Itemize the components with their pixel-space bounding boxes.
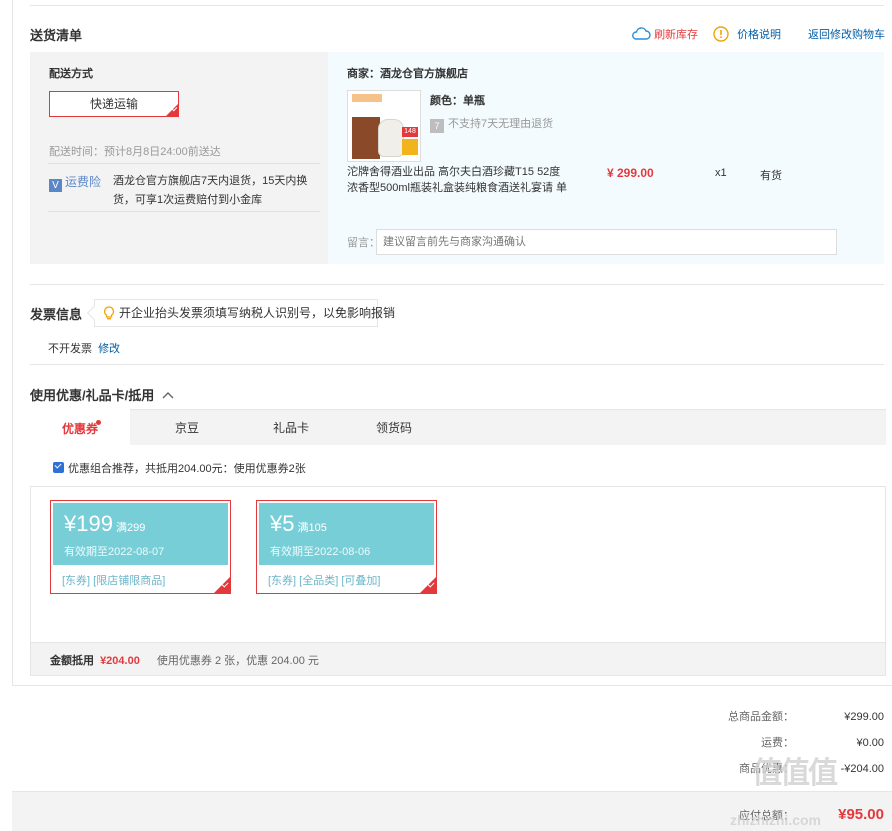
tab-coupons[interactable]: 优惠券	[30, 409, 130, 446]
message-input[interactable]	[376, 229, 837, 255]
discount-sum-label: 金额抵用	[50, 655, 94, 667]
combo-text: 优惠组合推荐，共抵用204.00元：使用优惠券2张	[68, 463, 306, 475]
shipping-divider	[48, 163, 320, 164]
tab-gift-card-label: 礼品卡	[272, 421, 309, 435]
invoice-tip: 开企业抬头发票须填写纳税人识别号，以免影响报销	[94, 299, 395, 327]
no-return-icon: 7	[430, 119, 444, 133]
discount-summary-bar: 金额抵用 ¥204.00 使用优惠券 2 张，优惠 204.00 元	[30, 642, 886, 676]
discount-section-title: 使用优惠/礼品卡/抵用	[30, 388, 155, 403]
coupon-expiry: 有效期至2022-08-06	[270, 546, 371, 558]
delivery-list-title: 送货清单	[30, 28, 83, 43]
tab-jd-beans[interactable]: 京豆	[137, 410, 237, 446]
invoice-title: 发票信息	[30, 307, 83, 322]
discount-section-header[interactable]: 使用优惠/礼品卡/抵用	[30, 385, 174, 404]
delivery-time-text: 配送时间：预计8月8日24:00前送达	[49, 146, 221, 158]
coupon-face: ¥199 满299 有效期至2022-08-07	[53, 503, 228, 565]
invoice-status-text: 不开发票	[48, 343, 92, 355]
check-icon	[54, 461, 62, 469]
refresh-stock-label: 刷新库存	[654, 29, 699, 41]
watermark-char: 值	[752, 757, 782, 790]
price-badge: 148	[402, 127, 418, 137]
total-amount-value: ¥299.00	[844, 711, 884, 723]
merchant-name: 商家：酒龙仓官方旗舰店	[347, 68, 468, 80]
warning-circle-icon	[713, 26, 729, 42]
product-title-line1: 沱牌舍得酒业出品 高尔夫白酒珍藏T15 52度	[347, 166, 561, 178]
stock-status: 有货	[760, 170, 782, 182]
insurance-desc: 酒龙仓官方旗舰店7天内退货，15天内换 货，可享1次运费赔付到小金库	[113, 172, 307, 210]
image-label-strip	[352, 94, 382, 102]
price-note-label: 价格说明	[737, 29, 782, 41]
coupon-expiry: 有效期至2022-08-07	[64, 546, 165, 558]
product-image[interactable]: 148	[347, 90, 421, 162]
total-amount-label: 总商品金额：	[728, 711, 794, 723]
coupon-amount: ¥199 满299	[64, 511, 145, 537]
no-return-text: 不支持7天无理由退货	[448, 118, 554, 130]
watermark-logo: 值值值	[752, 748, 838, 792]
coupon-card[interactable]: ¥199 满299 有效期至2022-08-07 [东券] [限店铺限商品]	[50, 500, 231, 594]
selected-check-icon	[214, 577, 230, 593]
chevron-up-icon	[162, 392, 174, 399]
invoice-status: 不开发票 修改	[48, 340, 120, 356]
discount-summary: 金额抵用 ¥204.00 使用优惠券 2 张，优惠 204.00 元	[50, 652, 319, 668]
product-quantity: x1	[715, 167, 727, 179]
product-price: ¥ 299.00	[607, 166, 654, 180]
tab-jd-beans-label: 京豆	[174, 421, 199, 435]
coupon-tags: [东券] [全品类] [可叠加]	[268, 575, 381, 587]
top-divider	[30, 5, 884, 6]
shipping-method-title: 配送方式	[49, 68, 93, 80]
watermark-url: zhizhizhi.com	[730, 812, 821, 828]
invoice-tip-text: 开企业抬头发票须填写纳税人识别号，以免影响报销	[119, 306, 396, 320]
delivery-time: 配送时间：预计8月8日24:00前送达	[49, 143, 221, 159]
lightbulb-icon	[103, 306, 115, 320]
coupon-threshold: 满299	[115, 522, 146, 534]
coupon-tags: [东券] [限店铺限商品]	[62, 575, 166, 587]
back-to-cart-link[interactable]: 返回修改购物车	[808, 26, 885, 42]
express-shipping-label: 快递运输	[89, 97, 138, 111]
total-amount-row: 总商品金额： ¥299.00	[654, 708, 884, 724]
insurance-desc-line1: 酒龙仓官方旗舰店7天内退货，15天内换	[113, 175, 308, 187]
product-color: 颜色：单瓶	[430, 95, 485, 107]
coupon-amount-value: ¥199	[64, 511, 113, 536]
gift-box-shape	[352, 117, 380, 159]
insurance-desc-line2: 货，可享1次运费赔付到小金库	[113, 194, 263, 206]
shipping-divider-bottom	[48, 211, 320, 212]
selected-check-icon	[166, 104, 178, 116]
tab-gift-card[interactable]: 礼品卡	[241, 410, 341, 446]
discount-sum-desc: 使用优惠券 2 张，优惠 204.00 元	[156, 655, 319, 667]
selected-check-icon	[420, 577, 436, 593]
price-note-link[interactable]: 价格说明	[713, 26, 781, 42]
watermark-char: 值	[808, 757, 838, 790]
coupon-amount: ¥5 满105	[270, 511, 327, 537]
section-divider-2	[30, 364, 884, 365]
coupon-card[interactable]: ¥5 满105 有效期至2022-08-06 [东券] [全品类] [可叠加]	[256, 500, 437, 594]
cloud-icon	[632, 27, 651, 40]
coupon-amount-value: ¥5	[270, 511, 295, 536]
product-title[interactable]: 沱牌舍得酒业出品 高尔夫白酒珍藏T15 52度 浓香型500ml瓶装礼盒装纯粮食…	[347, 164, 567, 196]
freight-insurance-label: 运费险	[65, 175, 102, 189]
new-dot-icon	[96, 420, 101, 425]
tab-redeem-code-label: 领货码	[375, 421, 412, 435]
combo-checkbox[interactable]	[53, 461, 64, 473]
v-badge-icon: V	[49, 179, 62, 192]
coupon-face: ¥5 满105 有效期至2022-08-06	[259, 503, 434, 565]
express-shipping-button[interactable]: 快递运输	[49, 91, 179, 117]
tab-coupons-label: 优惠券	[61, 422, 98, 436]
combo-recommend[interactable]: 优惠组合推荐，共抵用204.00元：使用优惠券2张	[53, 460, 306, 476]
gift-tag-shape	[402, 139, 418, 155]
watermark-char: 值	[780, 757, 810, 790]
no-return-note: 7 不支持7天无理由退货	[430, 115, 553, 133]
refresh-stock-link[interactable]: 刷新库存	[631, 26, 698, 42]
freight-insurance-tag[interactable]: V 运费险	[49, 173, 102, 192]
discount-tabs: 优惠券 京豆 礼品卡 领货码	[30, 409, 886, 446]
tab-redeem-code[interactable]: 领货码	[344, 410, 444, 446]
product-title-line2: 浓香型500ml瓶装礼盒装纯粮食酒送礼宴请 单	[347, 182, 568, 194]
bottle-shape	[378, 119, 404, 157]
discount-sum-value: ¥204.00	[100, 655, 140, 667]
invoice-edit-link[interactable]: 修改	[98, 343, 120, 355]
coupon-threshold: 满105	[297, 522, 327, 534]
section-divider-1	[30, 284, 884, 285]
